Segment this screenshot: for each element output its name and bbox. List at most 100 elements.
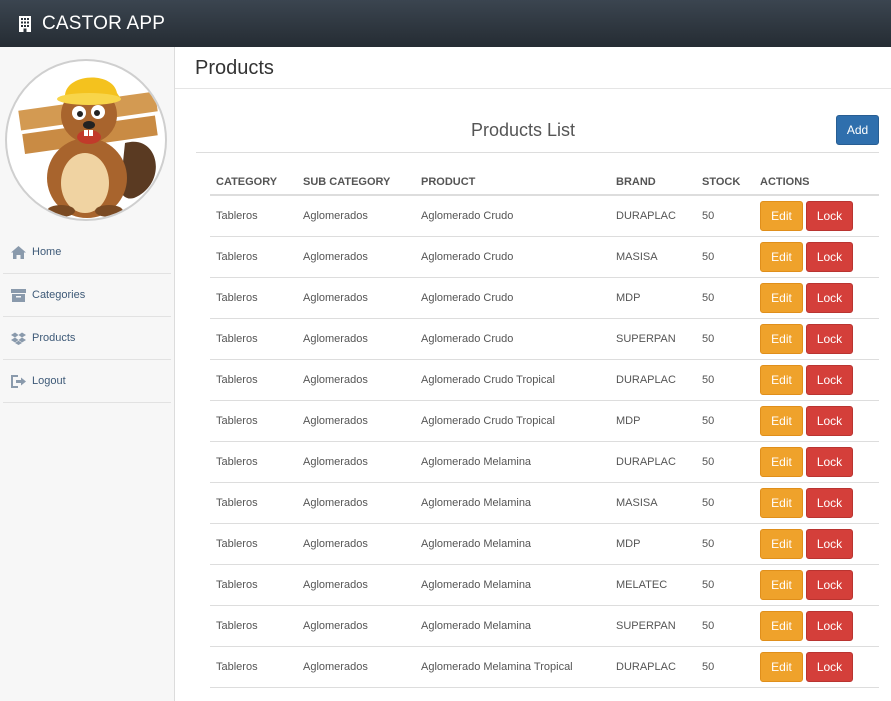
table-row: Tableros Aglomerados Aglomerado Crudo Trop… <box>210 359 879 401</box>
cell-stock: 50 <box>696 564 754 606</box>
cell-actions: Edit Lock <box>754 359 879 401</box>
lock-button[interactable]: Lock <box>806 323 853 354</box>
lock-button[interactable]: Lock <box>806 610 853 641</box>
cell-stock: 50 <box>696 277 754 319</box>
cell-brand: MDP <box>610 400 696 442</box>
lock-button[interactable]: Lock <box>806 364 853 395</box>
column-header-stock: STOCK <box>696 169 754 196</box>
sidebar-item-logout[interactable]: Logout <box>3 360 171 403</box>
cell-brand: MASISA <box>610 482 696 524</box>
table-row <box>210 687 879 701</box>
cell-brand: DURAPLAC <box>610 441 696 483</box>
lock-button[interactable]: Lock <box>806 569 853 600</box>
edit-button[interactable]: Edit <box>760 323 803 354</box>
table-row: Tableros Aglomerados Aglomerado Melamina SU… <box>210 605 879 647</box>
sidebar-item-home[interactable]: Home <box>3 231 171 274</box>
cell-empty <box>210 687 297 701</box>
cell-category: Tableros <box>210 646 297 688</box>
sidebar-nav: Home Categories Products Logout <box>3 231 171 403</box>
cell-empty <box>297 687 415 701</box>
cell-actions: Edit Lock <box>754 646 879 688</box>
edit-button[interactable]: Edit <box>760 241 803 272</box>
edit-button[interactable]: Edit <box>760 446 803 477</box>
table-body: Tableros Aglomerados Aglomerado Crudo DURAP… <box>210 195 879 701</box>
lock-button[interactable]: Lock <box>806 651 853 682</box>
table-row: Tableros Aglomerados Aglomerado Crudo SUPER… <box>210 318 879 360</box>
table-row: Tableros Aglomerados Aglomerado Melamina MA… <box>210 482 879 524</box>
cell-actions: Edit Lock <box>754 605 879 647</box>
cell-brand: DURAPLAC <box>610 646 696 688</box>
edit-button[interactable]: Edit <box>760 282 803 313</box>
table-header-row: CATEGORY SUB CATEGORY PRODUCT BRAND STOC… <box>210 169 879 196</box>
cell-category: Tableros <box>210 523 297 565</box>
edit-button[interactable]: Edit <box>760 569 803 600</box>
cell-product: Aglomerado Crudo <box>415 277 610 319</box>
cell-category: Tableros <box>210 318 297 360</box>
cell-product: Aglomerado Melamina Tropical <box>415 646 610 688</box>
lock-button[interactable]: Lock <box>806 528 853 559</box>
edit-button[interactable]: Edit <box>760 364 803 395</box>
edit-button[interactable]: Edit <box>760 405 803 436</box>
cell-brand: SUPERPAN <box>610 318 696 360</box>
cell-product: Aglomerado Melamina <box>415 523 610 565</box>
cell-stock: 50 <box>696 318 754 360</box>
products-table: CATEGORY SUB CATEGORY PRODUCT BRAND STOC… <box>210 169 879 701</box>
cell-sub-category: Aglomerados <box>297 195 415 237</box>
cell-product: Aglomerado Crudo Tropical <box>415 359 610 401</box>
cell-sub-category: Aglomerados <box>297 277 415 319</box>
column-header-product: PRODUCT <box>415 169 610 196</box>
column-header-category: CATEGORY <box>210 169 297 196</box>
table-row: Tableros Aglomerados Aglomerado Melamina DU… <box>210 441 879 483</box>
sidebar-item-label: Categories <box>32 289 86 301</box>
cell-category: Tableros <box>210 195 297 237</box>
lock-button[interactable]: Lock <box>806 487 853 518</box>
cell-sub-category: Aglomerados <box>297 646 415 688</box>
edit-button[interactable]: Edit <box>760 487 803 518</box>
cell-empty <box>696 687 754 701</box>
cell-actions: Edit Lock <box>754 441 879 483</box>
app-title[interactable]: CASTOR APP <box>42 13 165 35</box>
sidebar-item-label: Home <box>32 246 62 258</box>
add-button[interactable]: Add <box>836 115 879 145</box>
cell-actions: Edit Lock <box>754 277 879 319</box>
cell-category: Tableros <box>210 564 297 606</box>
cell-brand: SUPERPAN <box>610 605 696 647</box>
sidebar-item-categories[interactable]: Categories <box>3 274 171 317</box>
cell-stock: 50 <box>696 605 754 647</box>
archive-icon <box>11 288 26 302</box>
table-row: Tableros Aglomerados Aglomerado Melamina T… <box>210 646 879 688</box>
lock-button[interactable]: Lock <box>806 446 853 477</box>
cell-category: Tableros <box>210 605 297 647</box>
cell-product: Aglomerado Crudo <box>415 318 610 360</box>
main-content: Products Products List Add CATEGORY SUB … <box>175 47 891 701</box>
cell-product: Aglomerado Crudo <box>415 236 610 278</box>
cell-category: Tableros <box>210 359 297 401</box>
sidebar-item-label: Logout <box>32 375 66 387</box>
cell-product: Aglomerado Melamina <box>415 482 610 524</box>
cell-sub-category: Aglomerados <box>297 523 415 565</box>
cell-sub-category: Aglomerados <box>297 400 415 442</box>
cell-stock: 50 <box>696 482 754 524</box>
cell-stock: 50 <box>696 359 754 401</box>
edit-button[interactable]: Edit <box>760 651 803 682</box>
table-row: Tableros Aglomerados Aglomerado Crudo MDP 50… <box>210 277 879 319</box>
edit-button[interactable]: Edit <box>760 610 803 641</box>
home-icon <box>11 245 26 259</box>
cell-category: Tableros <box>210 482 297 524</box>
column-header-sub-category: SUB CATEGORY <box>297 169 415 196</box>
column-header-brand: BRAND <box>610 169 696 196</box>
cell-actions: Edit Lock <box>754 523 879 565</box>
lock-button[interactable]: Lock <box>806 282 853 313</box>
cell-stock: 50 <box>696 523 754 565</box>
sidebar-item-label: Products <box>32 332 76 344</box>
edit-button[interactable]: Edit <box>760 200 803 231</box>
cell-sub-category: Aglomerados <box>297 359 415 401</box>
lock-button[interactable]: Lock <box>806 200 853 231</box>
edit-button[interactable]: Edit <box>760 528 803 559</box>
cell-stock: 50 <box>696 400 754 442</box>
lock-button[interactable]: Lock <box>806 405 853 436</box>
lock-button[interactable]: Lock <box>806 241 853 272</box>
cell-brand: MDP <box>610 277 696 319</box>
cell-sub-category: Aglomerados <box>297 236 415 278</box>
sidebar-item-products[interactable]: Products <box>3 317 171 360</box>
